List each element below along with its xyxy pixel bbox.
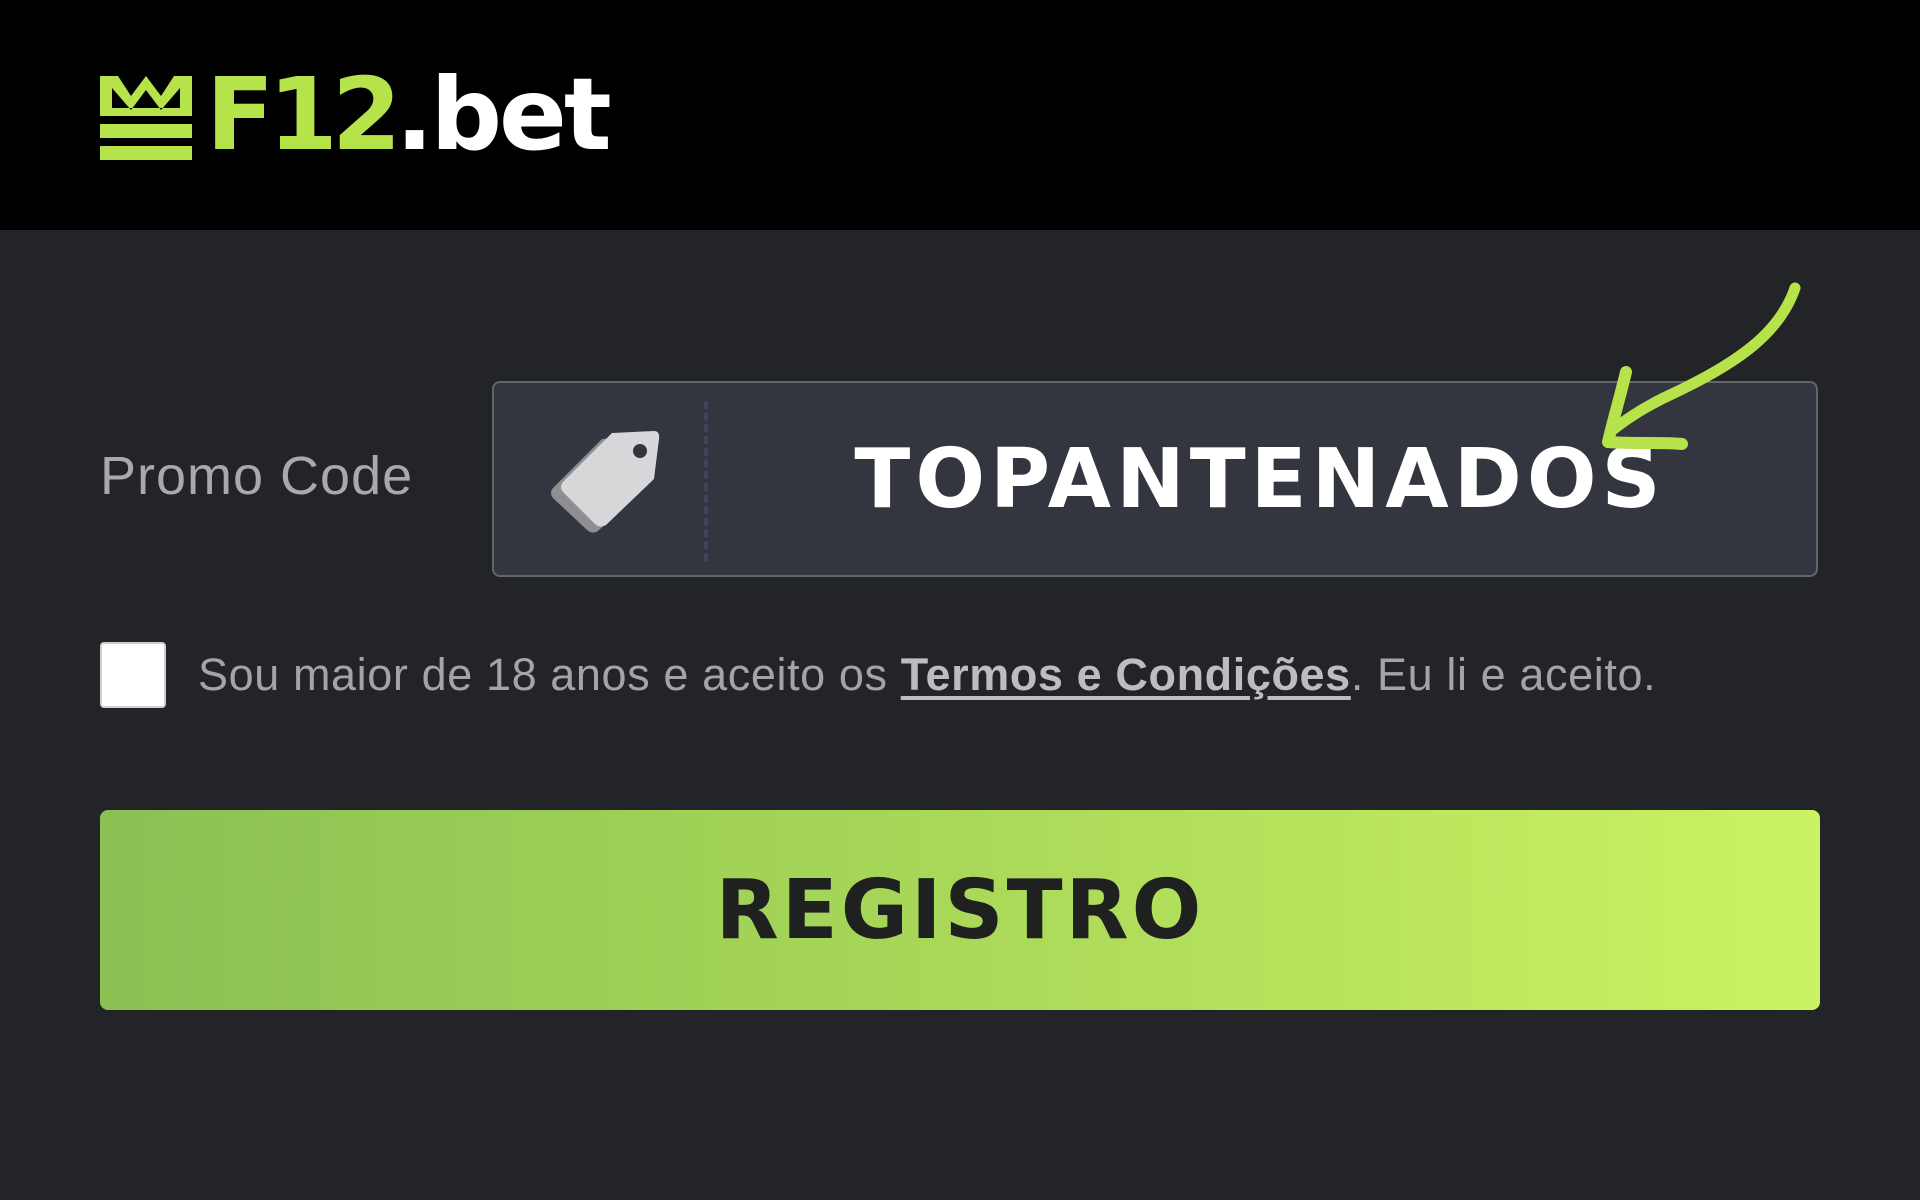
promo-code-label: Promo Code — [100, 446, 414, 506]
terms-suffix: . Eu li e aceito. — [1350, 649, 1657, 700]
register-button[interactable]: REGISTRO — [100, 810, 1820, 1010]
terms-text: Sou maior de 18 anos e aceito os Termos … — [198, 649, 1656, 701]
terms-conditions-link[interactable]: Termos e Condições — [901, 649, 1351, 700]
terms-row: Sou maior de 18 anos e aceito os Termos … — [100, 640, 1656, 710]
logo-bet-text: .bet — [395, 56, 611, 173]
hand-drawn-arrow-icon — [1602, 282, 1801, 450]
logo-f12-text: F12 — [206, 56, 401, 173]
price-tag-icon — [551, 431, 660, 533]
terms-checkbox[interactable] — [100, 642, 166, 708]
f12-bet-logo[interactable]: F12 .bet — [100, 56, 612, 173]
terms-prefix: Sou maior de 18 anos e aceito os — [198, 649, 901, 700]
registration-page: F12 .bet Promo Code TOPANTENADOS Sou mai… — [0, 0, 1920, 1200]
top-header: F12 .bet — [0, 0, 1920, 230]
crown-icon — [100, 76, 192, 160]
